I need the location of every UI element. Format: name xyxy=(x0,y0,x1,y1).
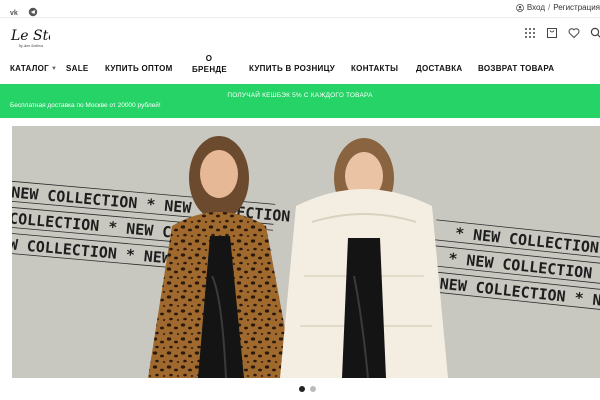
svg-text:vk: vk xyxy=(10,10,18,17)
nav-item-contacts[interactable]: КОНТАКТЫ xyxy=(351,64,398,73)
nav-item-catalog[interactable]: КАТАЛОГ ▼ xyxy=(10,64,57,73)
svg-text:Le Stay: Le Stay xyxy=(10,28,50,44)
slider-dot-2[interactable] xyxy=(310,386,316,392)
top-utility-bar: vk Вход / Регистрация xyxy=(0,0,600,18)
hero-image: NEW COLLECTION * NEW COLLECTION NEW COLL… xyxy=(12,126,600,378)
search-icon[interactable] xyxy=(590,27,600,39)
chevron-down-icon: ▼ xyxy=(51,66,58,72)
promo-banner: ПОЛУЧАЙ КЕШБЭК 5% С КАЖДОГО ТОВАРА Беспл… xyxy=(0,84,600,118)
auth-links: Вход / Регистрация xyxy=(516,3,600,12)
main-nav: КАТАЛОГ ▼ SALE КУПИТЬ ОПТОМ О БРЕНДЕ КУПИ… xyxy=(0,54,600,80)
telegram-icon[interactable] xyxy=(28,4,38,17)
nav-item-about-bottom: БРЕНДЕ xyxy=(192,65,228,74)
nav-item-wholesale[interactable]: КУПИТЬ ОПТОМ xyxy=(105,64,173,73)
nav-item-sale[interactable]: SALE xyxy=(66,64,89,73)
auth-separator: / xyxy=(548,3,551,12)
nav-item-catalog-label: КАТАЛОГ xyxy=(10,64,49,73)
slider-dots xyxy=(299,386,316,392)
brand-logo[interactable]: Le Stay by Ann Sedova xyxy=(10,22,66,52)
header-icons xyxy=(524,27,600,39)
user-icon xyxy=(516,3,524,12)
nav-item-delivery[interactable]: ДОСТАВКА xyxy=(416,64,463,73)
cart-icon[interactable] xyxy=(546,27,558,39)
nav-item-returns[interactable]: ВОЗВРАТ ТОВАРА xyxy=(478,64,554,73)
catalog-grid-icon[interactable] xyxy=(524,27,536,39)
svg-text:by Ann Sedova: by Ann Sedova xyxy=(19,44,43,48)
cashback-text: ПОЛУЧАЙ КЕШБЭК 5% С КАЖДОГО ТОВАРА xyxy=(227,92,373,99)
vk-icon[interactable]: vk xyxy=(10,4,20,17)
register-link[interactable]: Регистрация xyxy=(553,3,600,12)
heart-icon[interactable] xyxy=(568,27,580,39)
nav-item-about-top: О xyxy=(205,54,213,63)
nav-item-retail[interactable]: КУПИТЬ В РОЗНИЦУ xyxy=(249,64,335,73)
slider-dot-1[interactable] xyxy=(299,386,305,392)
login-link[interactable]: Вход xyxy=(527,3,545,12)
delivery-text: Бесплатная доставка по Москве от 20000 р… xyxy=(10,102,161,109)
hero-slide[interactable]: NEW COLLECTION * NEW COLLECTION NEW COLL… xyxy=(12,126,600,378)
social-links: vk xyxy=(10,4,38,17)
nav-item-about[interactable]: О БРЕНДЕ xyxy=(192,53,228,75)
